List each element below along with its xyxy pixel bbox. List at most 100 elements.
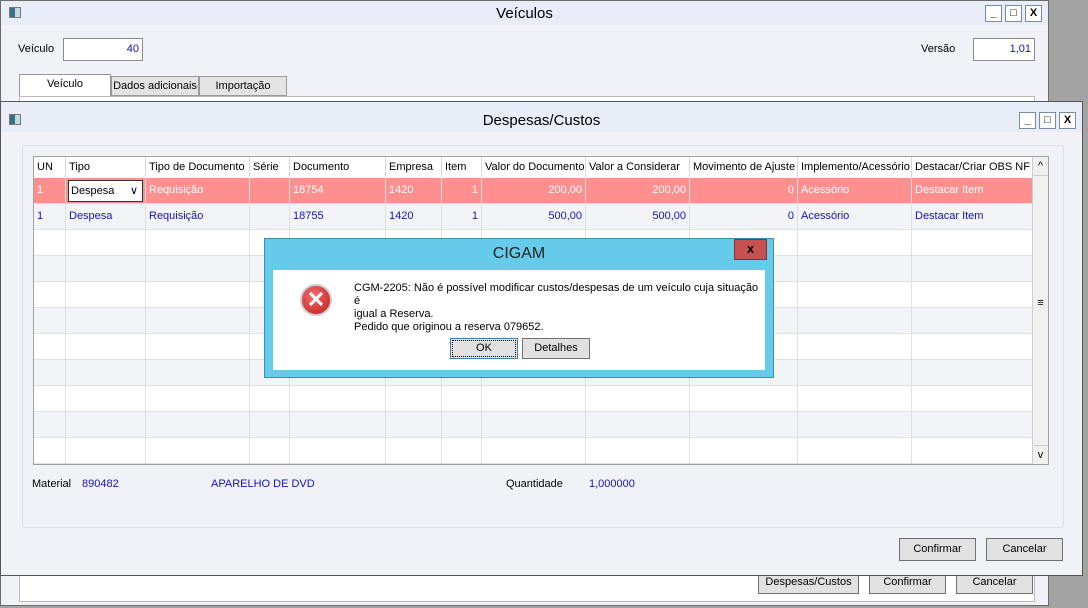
table-cell: [146, 308, 250, 334]
vertical-scrollbar[interactable]: ^ ≡ v: [1032, 157, 1048, 464]
table-cell: [290, 412, 386, 438]
window-title: Veículos: [496, 5, 553, 22]
table-cell: [250, 204, 290, 230]
close-button[interactable]: X: [1025, 5, 1042, 22]
table-cell: [386, 438, 442, 464]
table-row[interactable]: 1 Despesa Requisição 18755 1420 1 500,00 500,00…: [34, 204, 1033, 230]
chevron-down-icon: ∨: [129, 185, 138, 197]
table-cell: [66, 386, 146, 412]
quantidade-label: Quantidade: [506, 478, 563, 490]
table-cell: Requisição: [146, 204, 250, 230]
veiculo-input[interactable]: 40: [63, 38, 143, 61]
table-cell: [912, 256, 1033, 282]
table-cell: 500,00: [586, 204, 690, 230]
tipo-select-value: Despesa: [71, 185, 115, 197]
scroll-down-icon[interactable]: v: [1033, 445, 1048, 464]
minimize-button[interactable]: _: [985, 5, 1002, 22]
table-cell: 18754: [290, 178, 386, 204]
table-cell: [34, 386, 66, 412]
table-cell: 500,00: [482, 204, 586, 230]
app-icon: [9, 114, 21, 125]
table-cell: [798, 256, 912, 282]
dialog-title: CIGAM: [492, 245, 546, 262]
column-header[interactable]: Tipo: [66, 157, 146, 179]
scroll-thumb[interactable]: ≡: [1033, 297, 1048, 309]
column-header[interactable]: Implemento/Acessório: [798, 157, 912, 179]
scroll-up-icon[interactable]: ^: [1033, 157, 1048, 176]
quantidade-value: 1,000000: [589, 478, 635, 490]
table-cell: [690, 412, 798, 438]
table-row[interactable]: [34, 412, 1033, 438]
minimize-button[interactable]: _: [1019, 112, 1036, 129]
column-header[interactable]: Movimento de Ajuste: [690, 157, 798, 179]
column-header[interactable]: Item: [442, 157, 482, 179]
table-cell: [798, 438, 912, 464]
table-cell: Despesa: [66, 204, 146, 230]
column-header[interactable]: Série: [250, 157, 290, 179]
detalhes-button[interactable]: Detalhes: [522, 338, 590, 359]
table-cell: [66, 308, 146, 334]
table-cell: [798, 282, 912, 308]
tab-veiculo[interactable]: Veículo: [19, 74, 111, 98]
title-bar: Despesas/Custos _ □ X: [1, 102, 1082, 132]
maximize-button[interactable]: □: [1039, 112, 1056, 129]
table-cell: [912, 412, 1033, 438]
title-bar: Veículos _ □ X: [1, 1, 1048, 25]
table-cell: 1: [34, 204, 66, 230]
table-cell: 1420: [386, 204, 442, 230]
table-cell: [912, 282, 1033, 308]
table-cell: 0: [690, 204, 798, 230]
table-cell: [482, 412, 586, 438]
tab-importacao[interactable]: Importação: [199, 76, 287, 96]
table-cell: [34, 256, 66, 282]
table-cell: 18755: [290, 204, 386, 230]
table-cell: [34, 282, 66, 308]
table-cell: 200,00: [586, 178, 690, 204]
table-cell: Despesa ∨: [66, 178, 146, 204]
table-cell: [146, 334, 250, 360]
versao-input[interactable]: 1,01: [973, 38, 1035, 61]
table-cell: [798, 334, 912, 360]
dialog-close-button[interactable]: x: [734, 239, 767, 260]
table-cell: [146, 412, 250, 438]
dialog-message-line2: igual a Reserva.: [354, 308, 434, 320]
table-cell: [250, 178, 290, 204]
column-header[interactable]: Valor do Documento: [482, 157, 586, 179]
column-header[interactable]: Valor a Considerar: [586, 157, 690, 179]
maximize-button[interactable]: □: [1005, 5, 1022, 22]
column-header[interactable]: Documento: [290, 157, 386, 179]
table-cell: [798, 230, 912, 256]
table-cell: [798, 360, 912, 386]
table-cell: 1: [442, 178, 482, 204]
tipo-select[interactable]: Despesa ∨: [68, 180, 143, 202]
table-cell: [912, 334, 1033, 360]
column-header[interactable]: Destacar/Criar OBS NF: [912, 157, 1033, 179]
table-cell: [66, 412, 146, 438]
tab-dados-adicionais[interactable]: Dados adicionais: [111, 76, 199, 96]
table-row[interactable]: [34, 438, 1033, 464]
table-cell: [66, 438, 146, 464]
close-button[interactable]: X: [1059, 112, 1076, 129]
column-header[interactable]: UN: [34, 157, 66, 179]
table-row[interactable]: [34, 386, 1033, 412]
table-cell: [66, 360, 146, 386]
table-cell: [146, 386, 250, 412]
dialog-message-line3: Pedido que originou a reserva 079652.: [354, 321, 544, 333]
table-cell: [386, 412, 442, 438]
error-icon: ✕: [300, 284, 332, 316]
table-cell: [482, 438, 586, 464]
window-title: Despesas/Custos: [482, 112, 601, 129]
column-header[interactable]: Tipo de Documento: [146, 157, 250, 179]
table-cell: [146, 230, 250, 256]
column-header[interactable]: Empresa: [386, 157, 442, 179]
cancelar-button[interactable]: Cancelar: [986, 538, 1063, 561]
table-cell: [250, 412, 290, 438]
ok-button[interactable]: OK: [450, 338, 518, 359]
table-cell: [912, 386, 1033, 412]
table-cell: [912, 308, 1033, 334]
table-row[interactable]: 1 Despesa ∨ Requisição 18754 1420 1 200,00 200,0…: [34, 178, 1033, 204]
confirmar-button[interactable]: Confirmar: [899, 538, 976, 561]
table-cell: [250, 438, 290, 464]
table-cell: [34, 438, 66, 464]
table-cell: [442, 438, 482, 464]
